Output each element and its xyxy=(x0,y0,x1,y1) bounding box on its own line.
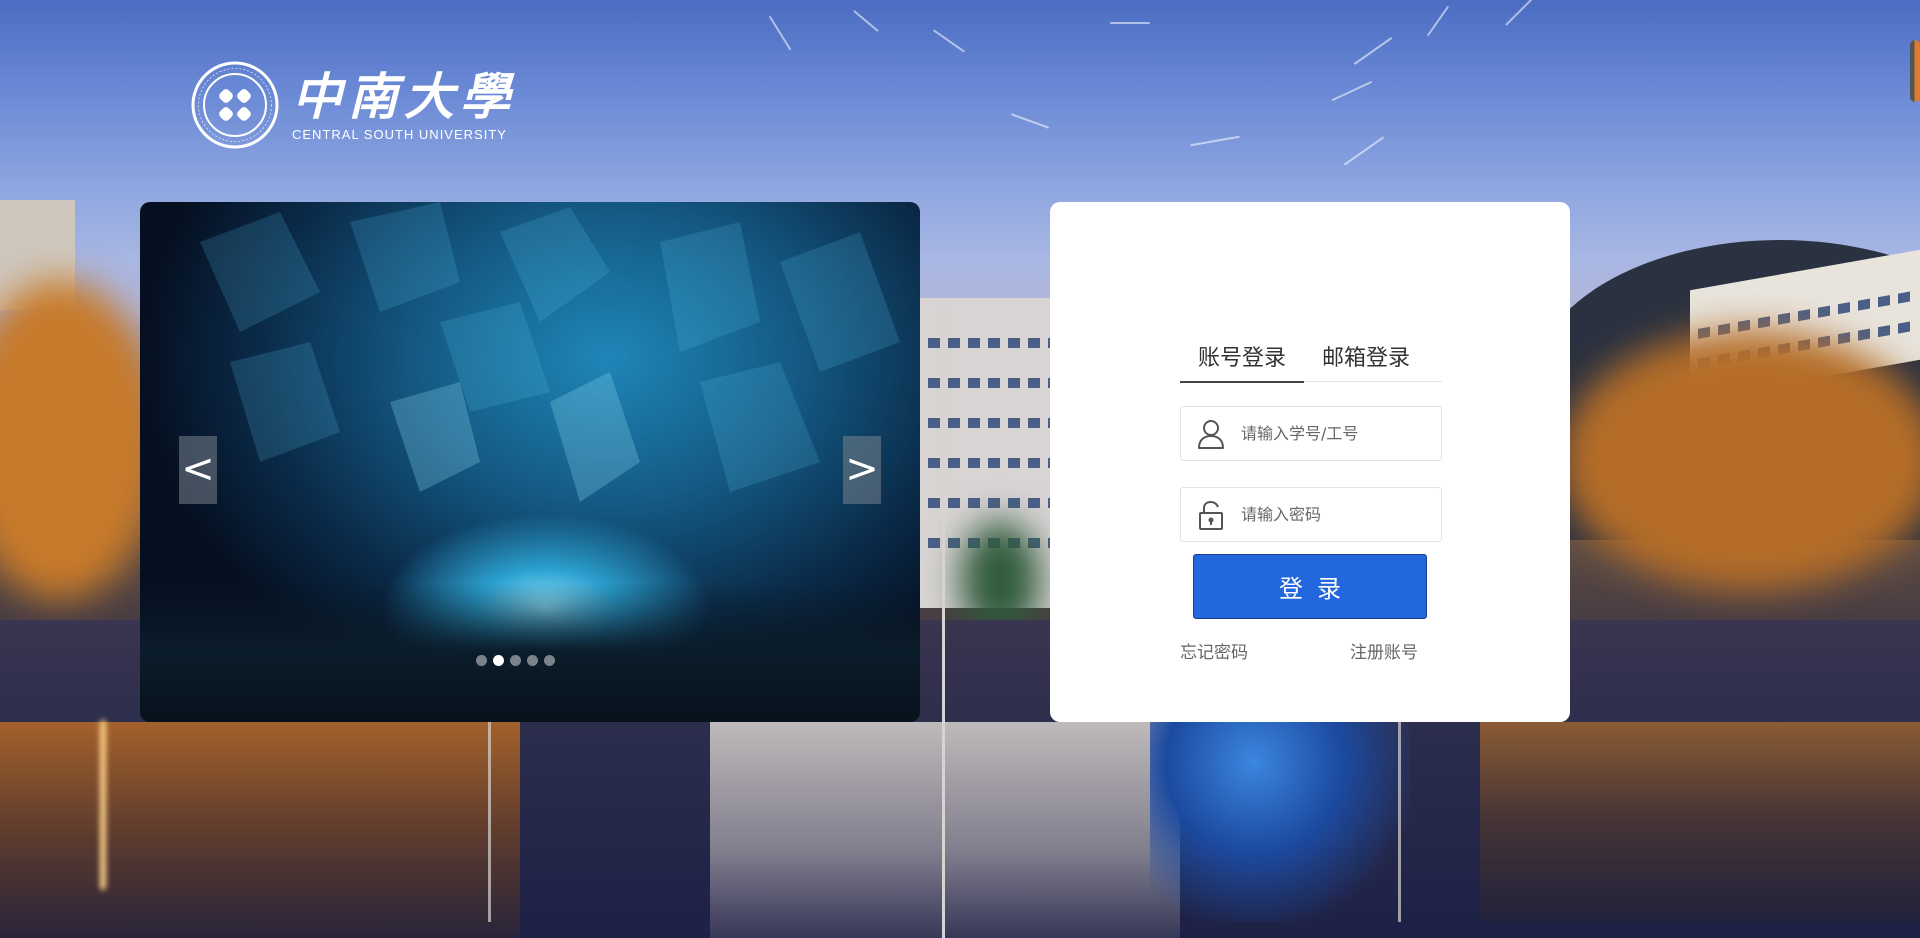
user-icon xyxy=(1181,406,1241,461)
carousel-dot[interactable] xyxy=(509,655,521,666)
carousel-indicators xyxy=(140,655,920,666)
star-trail xyxy=(1353,36,1393,66)
cave-floor xyxy=(140,582,920,722)
password-input[interactable] xyxy=(1241,488,1441,541)
carousel-prev-button[interactable]: < xyxy=(179,436,217,504)
star-trail xyxy=(768,15,792,51)
tree-reflection-left xyxy=(0,722,520,938)
lamp-pole xyxy=(1398,722,1401,922)
carousel-dot[interactable] xyxy=(526,655,538,666)
tab-email-login[interactable]: 邮箱登录 xyxy=(1304,340,1428,381)
forgot-password-link[interactable]: 忘记密码 xyxy=(1180,638,1248,663)
username-input[interactable] xyxy=(1241,407,1441,460)
university-emblem-icon xyxy=(191,61,279,149)
lamp-pole xyxy=(942,310,945,938)
carousel-dot-active[interactable] xyxy=(492,655,504,666)
star-trail xyxy=(1505,0,1535,26)
blue-light-reflection xyxy=(1150,722,1410,922)
lock-icon xyxy=(1181,487,1241,542)
tree-reflection-right xyxy=(1480,722,1920,922)
university-name-cn: 中南大學 xyxy=(292,66,516,126)
star-trail xyxy=(853,9,879,33)
tree-right xyxy=(1560,330,1920,590)
login-tabs: 账号登录 邮箱登录 xyxy=(1180,340,1442,383)
lamp-pole xyxy=(488,722,491,922)
username-field xyxy=(1180,406,1442,461)
carousel-next-button[interactable]: > xyxy=(843,436,881,504)
tab-account-login[interactable]: 账号登录 xyxy=(1180,340,1305,383)
star-trail xyxy=(1343,136,1385,166)
login-card: 账号登录 邮箱登录 登录 忘记密码 注册账号 xyxy=(1050,202,1570,722)
star-trail xyxy=(1426,5,1450,37)
building-reflection xyxy=(710,722,1180,938)
star-trail xyxy=(1331,80,1373,102)
star-trail xyxy=(1110,22,1150,24)
carousel-dot[interactable] xyxy=(543,655,555,666)
login-button[interactable]: 登录 xyxy=(1193,554,1427,619)
carousel-dot[interactable] xyxy=(475,655,487,666)
light-streak xyxy=(100,720,106,890)
star-trail xyxy=(1010,113,1050,129)
tree-left xyxy=(0,280,160,600)
register-account-link[interactable]: 注册账号 xyxy=(1350,638,1418,663)
university-name-en: CENTRAL SOUTH UNIVERSITY xyxy=(292,126,507,142)
university-logo: 中南大學 CENTRAL SOUTH UNIVERSITY xyxy=(190,60,516,150)
password-field xyxy=(1180,487,1442,542)
star-trail xyxy=(1190,135,1240,147)
star-trail xyxy=(932,29,966,53)
image-carousel[interactable]: < > xyxy=(140,202,920,722)
page-scrollbar[interactable] xyxy=(1910,40,1920,102)
